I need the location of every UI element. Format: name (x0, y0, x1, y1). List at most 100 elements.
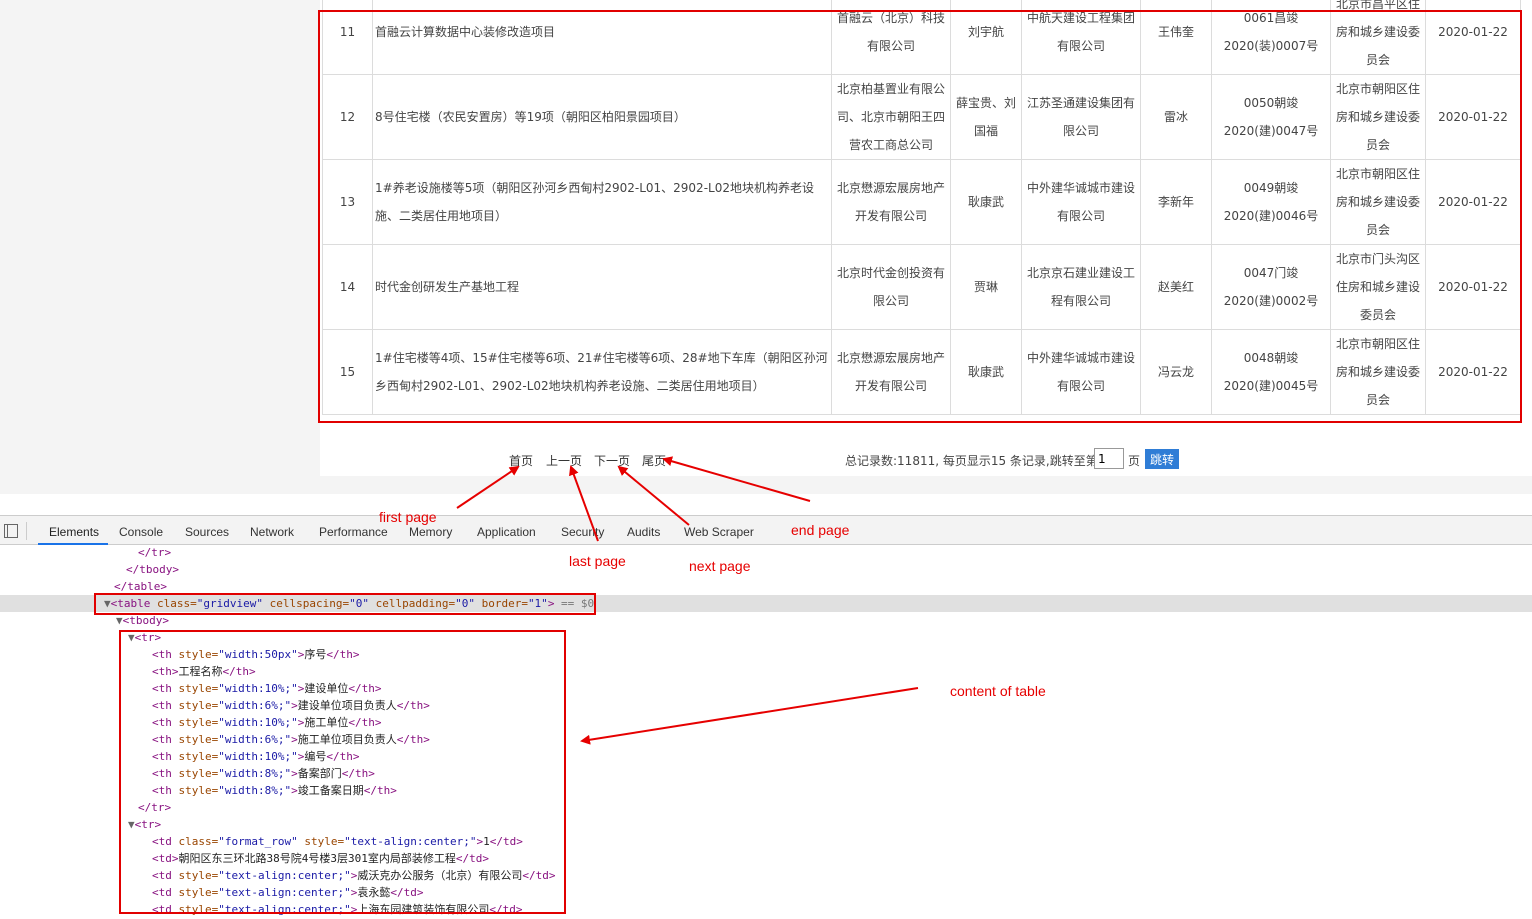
code-line-td[interactable]: <td style="text-align:center;">威沃克办公服务（北… (152, 867, 555, 884)
table-row: 15 1#住宅楼等4项、15#住宅楼等6项、21#住宅楼等6项、28#地下车库（朝… (322, 329, 1521, 415)
attr-style: style= (171, 869, 219, 882)
code-line-tr-header[interactable]: ▼<tr> (128, 629, 161, 646)
next-page-link[interactable]: 下一页 (594, 452, 630, 469)
td-close-tag: </td> (489, 835, 523, 848)
code-line-th[interactable]: <th style="width:10%;">施工单位</th> (152, 714, 381, 731)
code-line-close-tr[interactable]: </tr> (138, 544, 171, 561)
th-close-tag: </th> (326, 648, 360, 661)
class-value: format_row (224, 835, 292, 848)
contractor-lead-cell: 王伟奎 (1140, 0, 1212, 75)
attr-style: style= (178, 784, 219, 797)
expand-triangle-icon[interactable]: ▼ (128, 818, 135, 831)
project-name-cell: 1#住宅楼等4项、15#住宅楼等6项、21#住宅楼等6项、28#地下车库（朝阳区… (372, 329, 832, 415)
quote: " (218, 784, 225, 797)
quote: " (218, 733, 225, 746)
contractor-cell: 中外建华诚城市建设有限公司 (1021, 159, 1141, 245)
record-code-cell: 0047门竣2020(建)0002号 (1211, 244, 1331, 330)
td-close-tag: </td> (489, 903, 523, 916)
th-text: 备案部门 (297, 767, 342, 780)
code-line-tbody-open[interactable]: ▼<tbody> (116, 612, 169, 629)
dock-side-icon[interactable] (4, 524, 18, 538)
tab-performance[interactable]: Performance (319, 525, 388, 539)
attr-border: border= (481, 597, 528, 610)
code-line-th[interactable]: <th>工程名称</th> (152, 663, 256, 680)
code-line-th[interactable]: <th style="width:50px">序号</th> (152, 646, 359, 663)
first-page-link[interactable]: 首页 (509, 452, 533, 469)
code-line-close-tr-header[interactable]: </tr> (138, 799, 171, 816)
jump-button[interactable]: 跳转 (1145, 449, 1179, 469)
code-line-th[interactable]: <th style="width:8%;">竣工备案日期</th> (152, 782, 397, 799)
th-close-tag: </th> (348, 716, 382, 729)
code-line-td[interactable]: <td class="format_row" style="text-align… (152, 833, 523, 850)
th-open-tag: <th (152, 767, 179, 780)
expand-triangle-icon[interactable]: ▼ (104, 597, 111, 610)
annotation-next-page: next page (689, 558, 751, 574)
code-line-td[interactable]: <td style="text-align:center;">袁永懿</td> (152, 884, 423, 901)
code-line-close-tbody[interactable]: </tbody> (126, 561, 179, 578)
tab-security[interactable]: Security (561, 525, 604, 539)
project-name-cell: 首融云计算数据中心装修改造项目 (372, 0, 832, 75)
elements-panel: </tr> </tbody> </table> ▼<table class="g… (0, 546, 1532, 919)
code-line-th[interactable]: <th style="width:10%;">建设单位</th> (152, 680, 381, 697)
td-close-tag: </td> (455, 852, 489, 865)
td-text: 袁永懿 (357, 886, 391, 899)
attr-style: style= (171, 886, 219, 899)
selected-node-marker: == $0 (554, 597, 595, 610)
style-value: text-align:center; (224, 903, 345, 916)
th-text: 建设单位 (304, 682, 349, 695)
code-line-td[interactable]: <td style="text-align:center;">上海东园建筑装饰有… (152, 901, 522, 918)
quote: " (218, 648, 225, 661)
expand-triangle-icon[interactable]: ▼ (128, 631, 135, 644)
code-line-td[interactable]: <td>朝阳区东三环北路38号院4号楼3层301室内局部装修工程</td> (152, 850, 489, 867)
tab-memory[interactable]: Memory (409, 525, 452, 539)
builder-cell: 北京懋源宏展房地产开发有限公司 (831, 159, 951, 245)
tab-sources[interactable]: Sources (185, 525, 229, 539)
quote: " (218, 716, 225, 729)
tab-elements[interactable]: Elements (49, 525, 99, 539)
style-value: width:8%; (224, 784, 285, 797)
last-page-link[interactable]: 尾页 (642, 452, 666, 469)
tab-network[interactable]: Network (250, 525, 294, 539)
td-text: 上海东园建筑装饰有限公司 (357, 903, 490, 916)
style-value: width:10%; (224, 750, 292, 763)
annotation-end-page: end page (791, 522, 850, 538)
builder-lead-cell: 耿康武 (950, 159, 1022, 245)
prev-page-link[interactable]: 上一页 (546, 452, 582, 469)
code-line-tr-row[interactable]: ▼<tr> (128, 816, 161, 833)
tbody-open-tag: <tbody> (122, 614, 169, 627)
code-line-close-table[interactable]: </table> (114, 578, 167, 595)
code-line-th[interactable]: <th style="width:10%;">编号</th> (152, 748, 359, 765)
tag-end: > (291, 784, 298, 797)
tab-console[interactable]: Console (119, 525, 163, 539)
td-open-tag: <td (152, 903, 172, 916)
tab-web-scraper[interactable]: Web Scraper (684, 525, 754, 539)
page-number-input[interactable] (1094, 448, 1124, 469)
contractor-lead-cell: 赵美红 (1140, 244, 1212, 330)
td-close-tag: </td> (522, 869, 556, 882)
quote: " (218, 835, 225, 848)
th-close-tag: </th> (341, 767, 375, 780)
project-name-cell: 8号住宅楼（农民安置房）等19项（朝阳区柏阳景园项目） (372, 74, 832, 160)
quote: " (218, 750, 225, 763)
code-line-th[interactable]: <th style="width:6%;">建设单位项目负责人</th> (152, 697, 430, 714)
completion-date-cell: 2020-01-22 (1425, 0, 1521, 75)
tab-application[interactable]: Application (477, 525, 536, 539)
annotation-last-page: last page (569, 553, 626, 569)
attr-style: style= (178, 716, 219, 729)
code-line-table-open[interactable]: ▼<table class="gridview" cellspacing="0"… (104, 595, 594, 612)
tab-audits[interactable]: Audits (627, 525, 660, 539)
quote: " (291, 716, 298, 729)
code-line-th[interactable]: <th style="width:6%;">施工单位项目负责人</th> (152, 731, 430, 748)
expand-triangle-icon[interactable]: ▼ (116, 614, 123, 627)
attr-class: class= (171, 835, 219, 848)
td-text: 朝阳区东三环北路38号院4号楼3层301室内局部装修工程 (178, 852, 456, 865)
tr-open-tag: <tr> (134, 631, 162, 644)
project-name-cell: 时代金创研发生产基地工程 (372, 244, 832, 330)
quote: " (469, 835, 477, 848)
completion-date-cell: 2020-01-22 (1425, 74, 1521, 160)
code-line-th[interactable]: <th style="width:8%;">备案部门</th> (152, 765, 375, 782)
td-open-tag: <td (152, 835, 172, 848)
record-code-cell: 0049朝竣2020(建)0046号 (1211, 159, 1331, 245)
th-open-tag: <th (152, 784, 179, 797)
quote: " (344, 869, 351, 882)
